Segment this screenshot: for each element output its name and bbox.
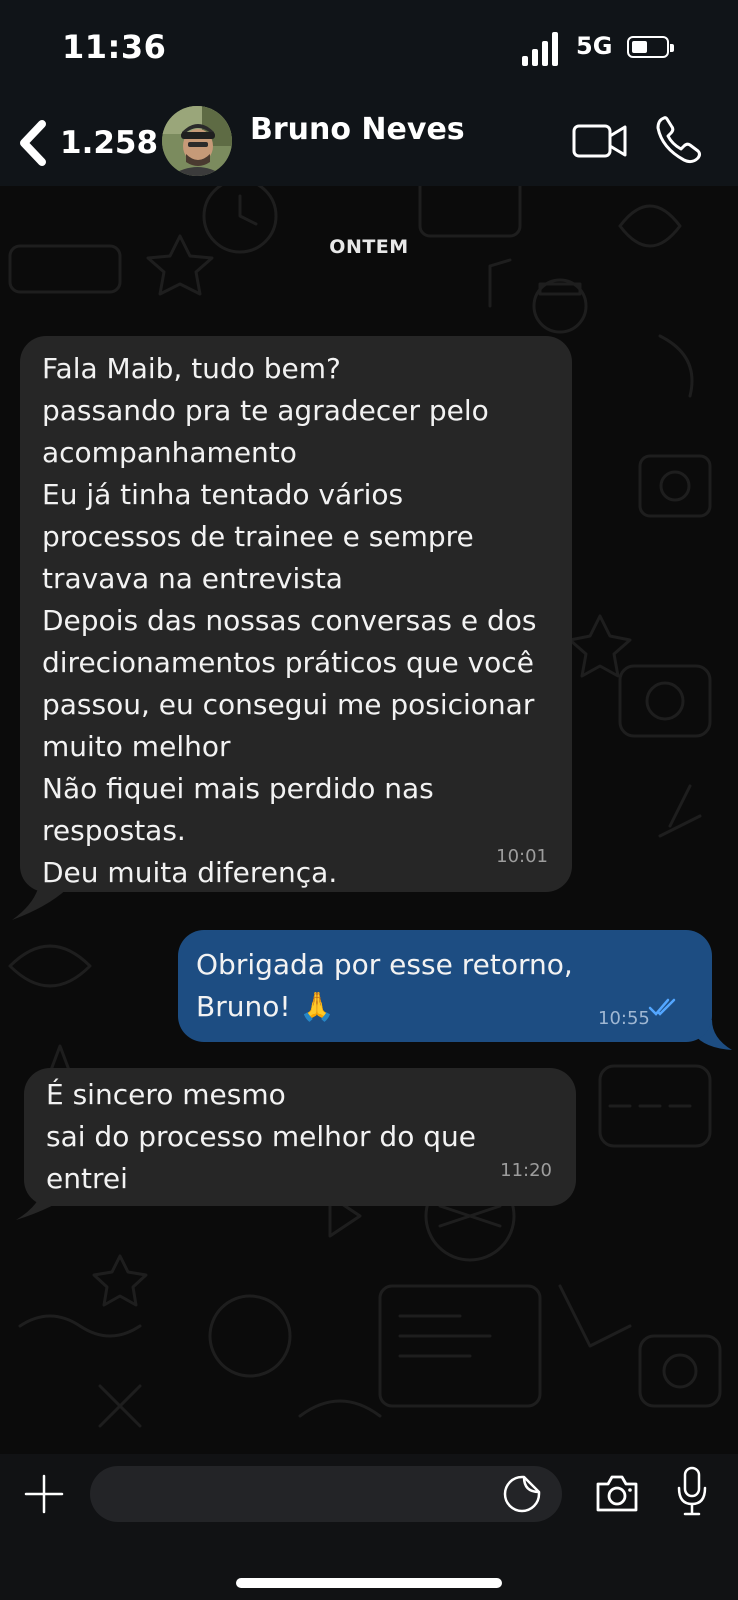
network-type: 5G (576, 32, 613, 60)
top-bar: 11:36 5G 1.258 Bruno Neves (0, 0, 738, 186)
message-bubble-outgoing[interactable]: Obrigada por esse retorno, Bruno! 🙏 10:5… (178, 930, 712, 1042)
back-button[interactable]: 1.258 (16, 116, 158, 170)
message-time: 10:55 (598, 1008, 650, 1029)
composer-bar (0, 1454, 738, 1600)
message-time: 10:01 (496, 846, 548, 867)
phone-call-icon[interactable] (654, 114, 704, 166)
date-separator: ONTEM (329, 236, 409, 258)
message-bubble-incoming[interactable]: Fala Maib, tudo bem? passando pra te agr… (20, 336, 572, 892)
home-indicator[interactable] (236, 1578, 502, 1588)
unread-count: 1.258 (60, 125, 159, 161)
status-time: 11:36 (62, 28, 167, 66)
microphone-icon[interactable] (676, 1466, 708, 1518)
video-call-icon[interactable] (572, 120, 628, 162)
signal-icon (522, 30, 562, 66)
message-text: É sincero mesmo sai do processo melhor d… (46, 1078, 476, 1195)
contact-name[interactable]: Bruno Neves (250, 112, 465, 147)
message-input[interactable] (90, 1466, 562, 1522)
camera-icon[interactable] (594, 1472, 640, 1514)
chat-area[interactable]: ONTEM Fala Maib, tudo bem? passando pra … (0, 186, 738, 1454)
plus-icon[interactable] (24, 1474, 64, 1514)
message-bubble-incoming[interactable]: É sincero mesmo sai do processo melhor d… (24, 1068, 576, 1206)
avatar[interactable] (162, 106, 232, 176)
sticker-icon[interactable] (502, 1474, 542, 1514)
read-receipt-icon (648, 998, 676, 1016)
message-text: Fala Maib, tudo bem? passando pra te agr… (42, 352, 537, 889)
chevron-left-icon (20, 120, 46, 166)
message-time: 11:20 (500, 1160, 552, 1181)
battery-icon (627, 36, 674, 58)
